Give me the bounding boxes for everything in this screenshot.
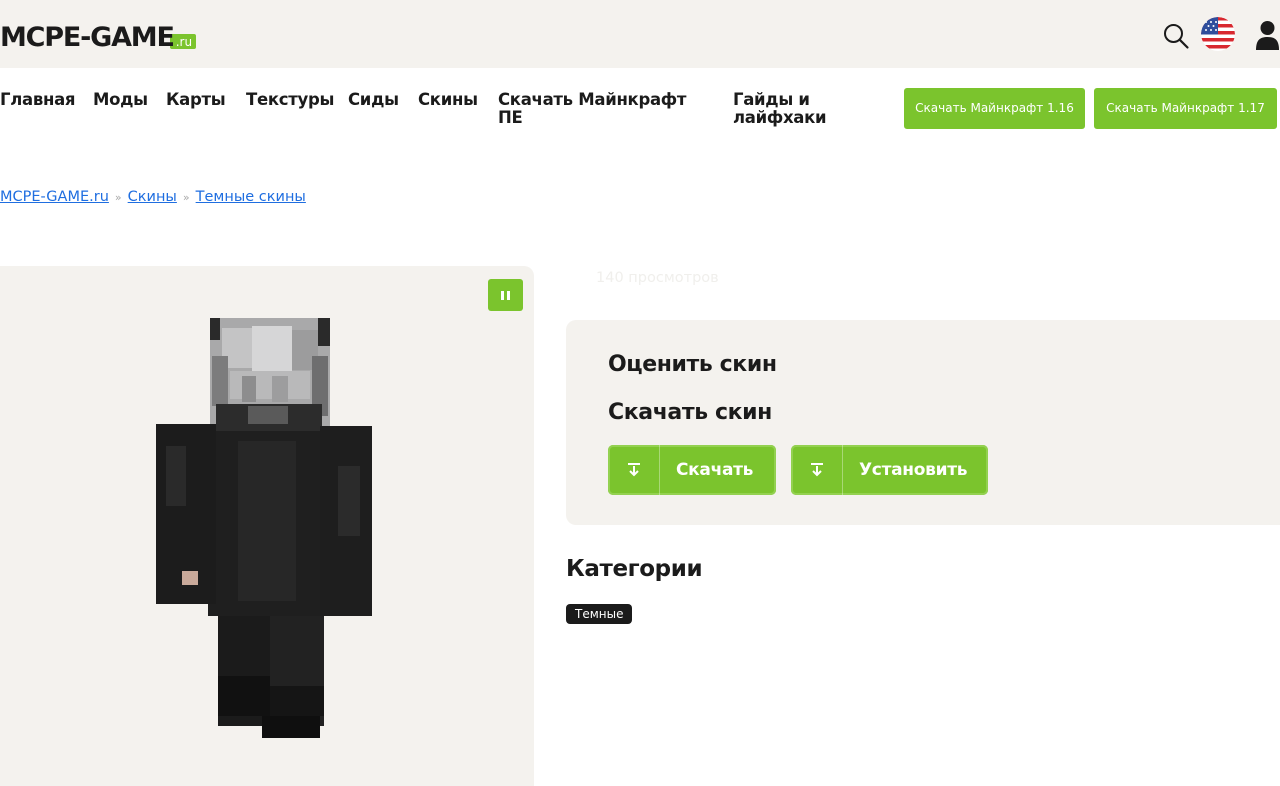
breadcrumb: MCPE-GAME.ru » Скины » Темные скины: [0, 189, 306, 205]
main-nav: Главная Моды Карты Текстуры Сиды Скины С…: [0, 68, 1280, 148]
site-logo[interactable]: MCPE-GAME .ru: [0, 19, 197, 53]
install-button-label: Установить: [859, 460, 968, 480]
breadcrumb-dark-skins[interactable]: Темные скины: [196, 189, 306, 205]
views-count: 140 просмотров: [596, 270, 719, 286]
category-tag[interactable]: Темные: [566, 604, 633, 624]
nav-item-guides[interactable]: Гайды и лайфхаки: [733, 91, 843, 127]
skin-viewer[interactable]: [0, 266, 534, 786]
download-icon: [608, 445, 660, 495]
breadcrumb-skins[interactable]: Скины: [128, 189, 177, 205]
breadcrumb-separator: »: [182, 191, 190, 204]
search-icon[interactable]: [1162, 22, 1190, 50]
user-icon[interactable]: [1255, 20, 1280, 50]
nav-item-skins[interactable]: Скины: [418, 91, 478, 109]
breadcrumb-separator: »: [114, 191, 122, 204]
download-skin-title: Скачать скин: [608, 400, 772, 425]
pause-icon[interactable]: [488, 279, 523, 311]
nav-item-download-mcpe[interactable]: Скачать Майнкрафт ПЕ: [498, 91, 698, 127]
install-button[interactable]: Установить: [791, 445, 988, 495]
download-icon: [791, 445, 843, 495]
site-header: MCPE-GAME .ru: [0, 0, 1280, 68]
us-flag-icon[interactable]: [1201, 17, 1235, 51]
nav-item-seeds[interactable]: Сиды: [348, 91, 399, 109]
breadcrumb-home[interactable]: MCPE-GAME.ru: [0, 189, 109, 205]
nav-item-mods[interactable]: Моды: [93, 91, 148, 109]
skin-model[interactable]: [152, 316, 376, 746]
download-button[interactable]: Скачать: [608, 445, 776, 495]
download-116-button[interactable]: Скачать Майнкрафт 1.16: [904, 88, 1085, 129]
nav-item-home[interactable]: Главная: [0, 91, 76, 109]
nav-item-maps[interactable]: Карты: [166, 91, 226, 109]
download-button-label: Скачать: [676, 460, 754, 480]
rate-skin-title: Оценить скин: [608, 352, 777, 377]
logo-text: MCPE-GAME: [0, 22, 175, 53]
nav-item-textures[interactable]: Текстуры: [246, 91, 334, 109]
categories-title: Категории: [566, 556, 703, 582]
download-117-button[interactable]: Скачать Майнкрафт 1.17: [1094, 88, 1277, 129]
rating-download-box: Оценить скин Скачать скин Скачать Устано…: [566, 320, 1280, 525]
